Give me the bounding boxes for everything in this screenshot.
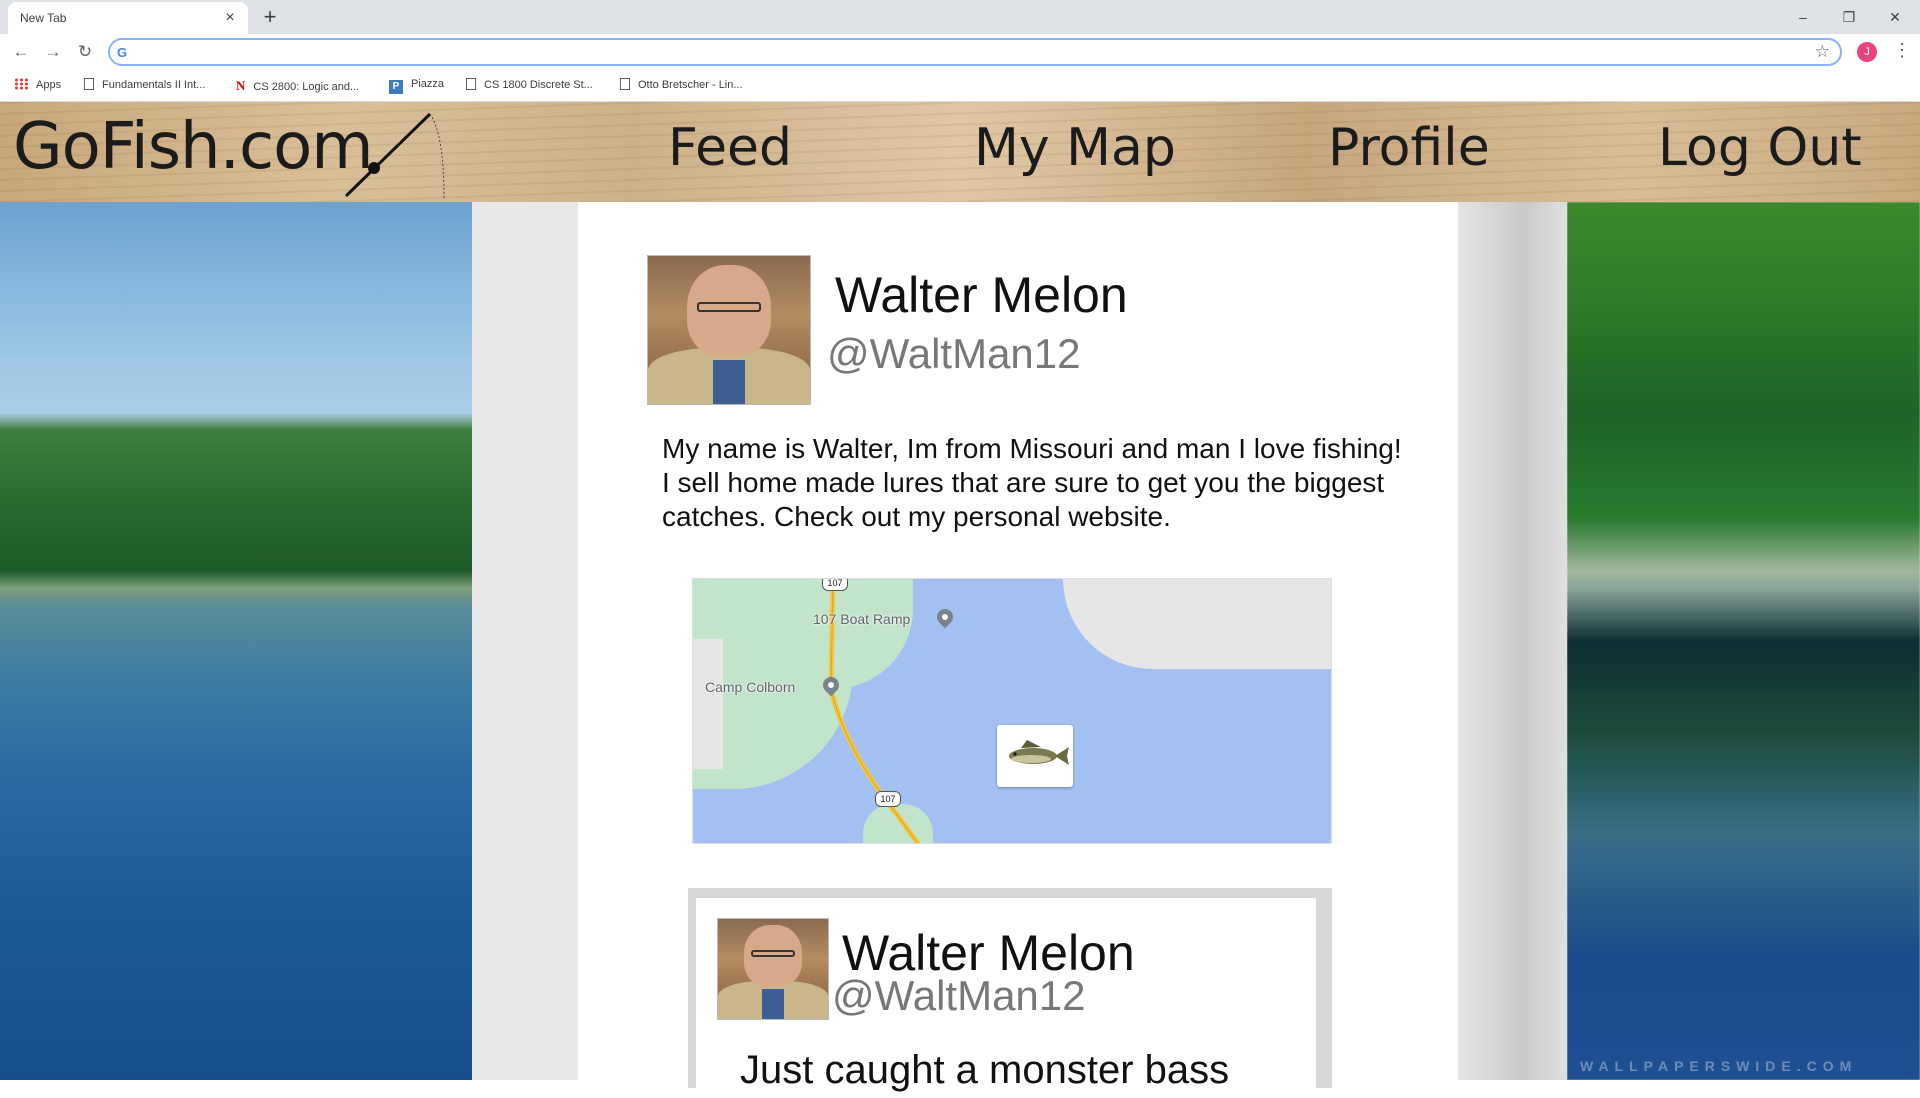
n-logo-icon: N (236, 78, 246, 93)
tab-strip: New Tab × + – ❐ ✕ (0, 0, 1920, 34)
bookmark-label: CS 1800 Discrete St... (484, 79, 593, 91)
bookmark-star-icon[interactable]: ☆ (1815, 42, 1830, 62)
bookmark-fundamentals[interactable]: Fundamentals II Int... (84, 78, 205, 91)
new-tab-button[interactable]: + (258, 6, 282, 30)
bookmarks-bar: Apps Fundamentals II Int... N CS 2800: Lo… (0, 70, 1920, 102)
catch-marker[interactable] (997, 725, 1073, 787)
route-shield-icon: 107 (875, 791, 901, 807)
route-shield-icon: 107 (822, 579, 848, 591)
map-road (828, 579, 921, 843)
page-icon (84, 78, 94, 90)
bookmark-label: Apps (36, 79, 62, 91)
bookmark-cs2800[interactable]: N CS 2800: Logic and... (236, 78, 359, 94)
post-avatar (717, 918, 829, 1020)
browser-tab[interactable]: New Tab × (8, 2, 248, 34)
apps-grid-icon (14, 78, 28, 90)
profile-bio: My name is Walter, Im from Missouri and … (662, 433, 1402, 532)
address-bar[interactable]: G ☆ (108, 38, 1842, 66)
reload-icon[interactable]: ↻ (73, 40, 97, 64)
piazza-icon: P (389, 80, 403, 94)
minimize-button[interactable]: – (1780, 4, 1826, 30)
restore-button[interactable]: ❐ (1826, 4, 1872, 30)
browser-toolbar: ← → ↻ G ☆ (0, 34, 1920, 70)
nav-feed[interactable]: Feed (668, 118, 792, 178)
lake-background-left (0, 202, 472, 1080)
map-label-camp-colborn[interactable]: Camp Colborn (705, 679, 795, 695)
post-author-handle: @WaltMan12 (832, 972, 1086, 1019)
bookmark-label: CS 2800: Logic and... (253, 81, 360, 93)
bookmark-label: Fundamentals II Int... (102, 79, 206, 91)
nav-log-out[interactable]: Log Out (1658, 118, 1862, 178)
catch-map[interactable]: 107 107 107 Boat Ramp Camp Colborn (692, 578, 1332, 844)
page-icon (466, 78, 476, 90)
bookmark-cs1800[interactable]: CS 1800 Discrete St... (466, 78, 593, 91)
profile-handle: @WaltMan12 (827, 330, 1081, 377)
profile-avatar-button[interactable]: J (1857, 42, 1877, 62)
profile-avatar (647, 255, 811, 405)
nav-my-map[interactable]: My Map (974, 118, 1176, 178)
bookmark-label: Otto Bretscher - Lin... (638, 79, 743, 91)
map-label-boat-ramp[interactable]: 107 Boat Ramp (813, 611, 910, 627)
bookmark-otto-bretscher[interactable]: Otto Bretscher - Lin... (620, 78, 743, 91)
wallpaper-watermark: WALLPAPERSWIDE.COM (1580, 1058, 1858, 1074)
kebab-menu-icon[interactable]: ⋮ (1893, 40, 1911, 61)
tab-title: New Tab (20, 11, 67, 25)
bookmark-piazza[interactable]: P Piazza (389, 78, 444, 94)
profile-name: Walter Melon (835, 267, 1128, 323)
bookmark-apps[interactable]: Apps (14, 78, 61, 91)
tab-close-icon[interactable]: × (220, 8, 240, 28)
close-window-button[interactable]: ✕ (1872, 4, 1918, 30)
back-arrow-icon[interactable]: ← (9, 40, 33, 64)
post-text: Just caught a monster bass (740, 1048, 1230, 1092)
site-header: GoFish.com Feed My Map Profile Log Out (0, 102, 1920, 202)
bookmark-label: Piazza (411, 78, 445, 90)
fishing-rod-icon (344, 112, 445, 199)
lake-background-right (1567, 202, 1920, 1080)
page-icon (620, 78, 630, 90)
forward-arrow-icon[interactable]: → (41, 40, 65, 64)
nav-profile[interactable]: Profile (1328, 118, 1490, 178)
site-logo[interactable]: GoFish.com (13, 110, 374, 184)
bass-fish-icon (1009, 740, 1069, 765)
google-g-icon: G (117, 45, 128, 60)
